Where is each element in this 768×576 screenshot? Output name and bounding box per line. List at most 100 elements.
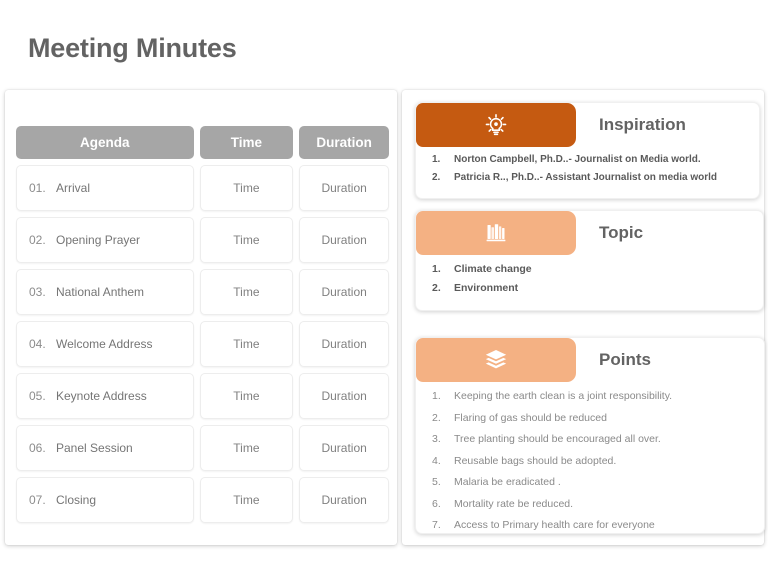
cell-duration[interactable]: Duration xyxy=(299,373,389,419)
points-icon-bar xyxy=(416,338,576,382)
cell-time[interactable]: Time xyxy=(199,373,294,419)
page-title: Meeting Minutes xyxy=(28,33,237,63)
points-item-text: Flaring of gas should be reduced xyxy=(454,411,607,424)
row-number: 05. xyxy=(29,389,46,403)
inspiration-title: Inspiration xyxy=(599,115,686,134)
table-header-row: Agenda Time Duration xyxy=(16,126,389,159)
row-number: 07. xyxy=(29,493,46,507)
table-row[interactable]: 06. Panel Session Time Duration xyxy=(16,425,389,471)
inspiration-icon-bar xyxy=(416,103,576,147)
points-item: 7. Access to Primary health care for ever… xyxy=(432,515,750,537)
points-list: 1. Keeping the earth clean is a joint res… xyxy=(416,382,764,537)
points-item-index: 4. xyxy=(432,454,441,467)
topic-icon-bar xyxy=(416,211,576,255)
inspiration-list: 1. Norton Campbell, Ph.D..- Journalist on… xyxy=(416,147,759,187)
cell-time[interactable]: Time xyxy=(199,165,294,211)
points-item-text: Access to Primary health care for everyo… xyxy=(454,519,655,531)
points-item-index: 2. xyxy=(432,411,441,424)
agenda-table: Agenda Time Duration 01. Arrival Time Durat… xyxy=(16,126,389,523)
cell-time[interactable]: Time xyxy=(199,425,294,471)
table-row[interactable]: 01. Arrival Time Duration xyxy=(16,165,389,211)
points-title: Points xyxy=(599,350,651,369)
cell-agenda[interactable]: 01. Arrival xyxy=(16,165,194,211)
inspiration-item: 1. Norton Campbell, Ph.D..- Journalist on… xyxy=(432,151,745,169)
books-shelf-icon xyxy=(484,221,508,245)
topic-card[interactable]: Topic 1. Climate change 2. Environment xyxy=(415,210,764,311)
row-number: 06. xyxy=(29,441,46,455)
details-panel: Inspiration 1. Norton Campbell, Ph.D..- J… xyxy=(402,90,765,545)
points-card-header: Points xyxy=(416,338,764,382)
agenda-panel: Agenda Time Duration 01. Arrival Time Durat… xyxy=(5,90,397,545)
cell-duration[interactable]: Duration xyxy=(299,165,389,211)
inspiration-item-index: 1. xyxy=(432,154,441,165)
row-number: 03. xyxy=(29,285,46,299)
points-item-index: 1. xyxy=(432,390,441,402)
column-header-time: Time xyxy=(199,126,294,159)
cell-agenda[interactable]: 06. Panel Session xyxy=(16,425,194,471)
stacked-books-icon xyxy=(483,347,509,373)
agenda-label: Arrival xyxy=(56,181,91,195)
table-row[interactable]: 05. Keynote Address Time Duration xyxy=(16,373,389,419)
points-item-text: Malaria be eradicated . xyxy=(454,476,561,488)
lightbulb-icon xyxy=(483,112,509,138)
cell-duration[interactable]: Duration xyxy=(299,269,389,315)
cell-agenda[interactable]: 04. Welcome Address xyxy=(16,321,194,367)
row-number: 01. xyxy=(29,181,46,195)
points-item-text: Reusable bags should be adopted. xyxy=(454,454,617,467)
topic-item-index: 2. xyxy=(432,282,441,294)
cell-agenda[interactable]: 02. Opening Prayer xyxy=(16,217,194,263)
points-item-text: Keeping the earth clean is a joint respo… xyxy=(454,390,673,402)
topic-card-header: Topic xyxy=(416,211,763,255)
points-item-index: 3. xyxy=(432,433,441,445)
inspiration-card[interactable]: Inspiration 1. Norton Campbell, Ph.D..- J… xyxy=(415,102,760,199)
agenda-label: Closing xyxy=(56,493,97,507)
inspiration-item-index: 2. xyxy=(432,172,441,183)
points-item-index: 7. xyxy=(432,519,441,531)
cell-duration[interactable]: Duration xyxy=(299,321,389,367)
points-item: 1. Keeping the earth clean is a joint res… xyxy=(432,386,750,408)
points-item: 3. Tree planting should be encouraged all… xyxy=(432,429,750,451)
points-item-index: 6. xyxy=(432,497,441,510)
column-header-agenda: Agenda xyxy=(16,126,194,159)
table-row[interactable]: 07. Closing Time Duration xyxy=(16,477,389,523)
cell-duration[interactable]: Duration xyxy=(299,425,389,471)
row-number: 04. xyxy=(29,337,46,351)
cell-time[interactable]: Time xyxy=(199,477,294,523)
points-item: 5. Malaria be eradicated . xyxy=(432,472,750,494)
table-row[interactable]: 02. Opening Prayer Time Duration xyxy=(16,217,389,263)
column-header-duration: Duration xyxy=(299,126,389,159)
topic-item: 2. Environment xyxy=(432,279,749,298)
cell-agenda[interactable]: 05. Keynote Address xyxy=(16,373,194,419)
agenda-label: Keynote Address xyxy=(56,389,147,403)
cell-duration[interactable]: Duration xyxy=(299,477,389,523)
points-item-index: 5. xyxy=(432,476,441,488)
topic-item: 1. Climate change xyxy=(432,260,749,279)
inspiration-card-header: Inspiration xyxy=(416,103,759,147)
topic-title: Topic xyxy=(599,223,644,242)
agenda-label: Welcome Address xyxy=(56,337,153,351)
points-item: 6. Mortality rate be reduced. xyxy=(432,494,750,516)
topic-list: 1. Climate change 2. Environment xyxy=(416,255,763,298)
cell-duration[interactable]: Duration xyxy=(299,217,389,263)
points-item: 4. Reusable bags should be adopted. xyxy=(432,451,750,473)
table-body: 01. Arrival Time Duration 02. Opening Prayer T… xyxy=(16,165,389,523)
cell-time[interactable]: Time xyxy=(199,269,294,315)
cell-time[interactable]: Time xyxy=(199,321,294,367)
points-item-text: Mortality rate be reduced. xyxy=(454,497,574,510)
agenda-label: National Anthem xyxy=(56,285,145,299)
cell-agenda[interactable]: 07. Closing xyxy=(16,477,194,523)
table-row[interactable]: 03. National Anthem Time Duration xyxy=(16,269,389,315)
cell-agenda[interactable]: 03. National Anthem xyxy=(16,269,194,315)
topic-item-text: Climate change xyxy=(454,263,532,275)
inspiration-item-text: Norton Campbell, Ph.D..- Journalist on M… xyxy=(454,154,701,165)
points-card[interactable]: Points 1. Keeping the earth clean is a jo… xyxy=(415,337,765,534)
topic-item-index: 1. xyxy=(432,263,441,275)
inspiration-item-text: Patricia R.., Ph.D..- Assistant Journali… xyxy=(454,172,718,183)
agenda-label: Panel Session xyxy=(56,441,133,455)
row-number: 02. xyxy=(29,233,46,247)
agenda-label: Opening Prayer xyxy=(56,233,141,247)
table-row[interactable]: 04. Welcome Address Time Duration xyxy=(16,321,389,367)
points-item-text: Tree planting should be encouraged all o… xyxy=(454,433,661,445)
cell-time[interactable]: Time xyxy=(199,217,294,263)
points-item: 2. Flaring of gas should be reduced xyxy=(432,408,750,430)
